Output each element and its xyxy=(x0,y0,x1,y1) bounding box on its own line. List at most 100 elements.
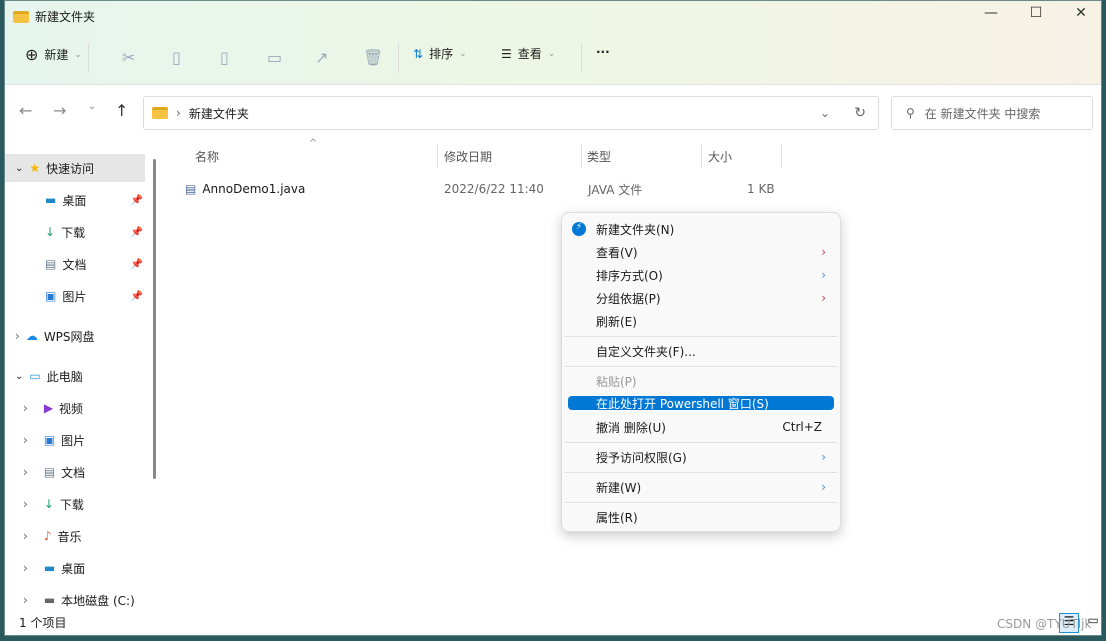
share-icon[interactable]: ↗ xyxy=(315,48,328,67)
menu-grant-access[interactable]: 授予访问权限(G) › xyxy=(568,449,834,465)
sidebar-item-desktop-pc[interactable]: › ▬ 桌面 xyxy=(5,554,145,582)
menu-new-folder[interactable]: ⚡ 新建文件夹(N) xyxy=(568,221,834,237)
chevron-right-icon: › xyxy=(821,291,826,305)
menu-paste[interactable]: 粘贴(P) xyxy=(568,373,834,389)
folder-icon xyxy=(152,107,168,119)
forward-button[interactable]: → xyxy=(53,101,66,120)
close-button[interactable]: ✕ xyxy=(1061,5,1101,21)
paste-icon[interactable]: ▯ xyxy=(220,48,229,67)
label: 下载 xyxy=(61,225,86,240)
label: 桌面 xyxy=(62,193,87,208)
sidebar-item-music[interactable]: › ♪ 音乐 xyxy=(5,522,145,550)
divider xyxy=(88,43,89,73)
sidebar-item-downloads-pc[interactable]: › ↓ 下载 xyxy=(5,490,145,518)
label: 桌面 xyxy=(61,561,86,576)
label: 属性(R) xyxy=(596,510,638,525)
sidebar-item-videos[interactable]: › ▶ 视频 xyxy=(5,394,145,422)
chevron-right-icon: › xyxy=(15,329,20,343)
copy-icon[interactable]: ▯ xyxy=(172,48,181,67)
pin-icon: 📌 xyxy=(130,194,143,206)
divider xyxy=(398,43,399,73)
refresh-icon[interactable]: ↻ xyxy=(854,105,866,121)
sidebar-item-c-drive[interactable]: › ▬ 本地磁盘 (C:) xyxy=(5,586,145,614)
sidebar-item-downloads[interactable]: ↓ 下载 📌 xyxy=(5,218,145,246)
column-size[interactable]: 大小 xyxy=(702,144,782,168)
sidebar-item-documents[interactable]: ▤ 文档 📌 xyxy=(5,250,145,278)
label: WPS网盘 xyxy=(43,329,95,344)
window-title: 新建文件夹 xyxy=(13,8,95,25)
chevron-down-icon: ⌄ xyxy=(15,162,24,174)
drive-icon: ▬ xyxy=(43,593,56,607)
label: 新建(W) xyxy=(596,480,642,495)
divider xyxy=(581,43,582,73)
chevron-right-icon: › xyxy=(23,465,28,479)
download-icon: ↓ xyxy=(45,225,56,239)
breadcrumb[interactable]: 新建文件夹 xyxy=(189,105,249,122)
chevron-down-icon: ⌄ xyxy=(459,48,467,59)
new-button[interactable]: ⊕ 新建 ⌄ xyxy=(25,45,82,64)
java-file-icon: ▤ xyxy=(185,182,197,196)
search-placeholder: 在 新建文件夹 中搜索 xyxy=(924,106,1041,121)
sidebar-item-this-pc[interactable]: ⌄ ▭ 此电脑 xyxy=(5,362,145,390)
menu-sort-by[interactable]: 排序方式(O) › xyxy=(568,267,834,283)
explorer-window: 新建文件夹 — ☐ ✕ ⊕ 新建 ⌄ ✂ ▯ ▯ ▭ ↗ 🗑 ⇅ 排序 ⌄ ☰ 查看 ⌄ ·… xyxy=(4,0,1102,636)
chevron-down-icon[interactable]: ⌄ xyxy=(820,106,830,120)
menu-refresh[interactable]: 刷新(E) xyxy=(568,313,834,329)
chevron-right-icon: › xyxy=(821,268,826,282)
chevron-right-icon: › xyxy=(23,401,28,415)
sidebar-item-documents-pc[interactable]: › ▤ 文档 xyxy=(5,458,145,486)
sort-button[interactable]: ⇅ 排序 ⌄ xyxy=(413,45,467,62)
label: 文档 xyxy=(61,465,86,480)
sidebar-item-quick-access[interactable]: ⌄ ★ 快速访问 xyxy=(5,154,145,182)
column-name[interactable]: 名称 ^ xyxy=(185,138,438,168)
sidebar-item-wps[interactable]: › ☁ WPS网盘 xyxy=(5,322,145,350)
menu-open-powershell[interactable]: 在此处打开 Powershell 窗口(S) xyxy=(568,396,834,411)
minimize-button[interactable]: — xyxy=(971,5,1011,21)
recent-dropdown[interactable]: ⌄ xyxy=(88,101,96,112)
more-button[interactable]: ··· xyxy=(596,45,610,59)
label: 授予访问权限(G) xyxy=(596,450,687,465)
folder-icon xyxy=(13,10,29,23)
address-bar[interactable]: › 新建文件夹 ⌄ ↻ xyxy=(143,96,879,130)
up-button[interactable]: ↑ xyxy=(115,101,128,120)
menu-properties[interactable]: 属性(R) xyxy=(568,509,834,525)
chevron-right-icon: › xyxy=(176,106,181,120)
sort-icon: ⇅ xyxy=(413,46,424,61)
menu-customize-folder[interactable]: 自定义文件夹(F)... xyxy=(568,343,834,359)
shortcut: Ctrl+Z xyxy=(782,420,822,434)
list-icon: ☰ xyxy=(501,46,512,61)
label: 在此处打开 Powershell 窗口(S) xyxy=(596,396,769,411)
label: 图片 xyxy=(61,433,86,448)
new-label: 新建 xyxy=(44,48,69,62)
sidebar-item-pictures-pc[interactable]: › ▣ 图片 xyxy=(5,426,145,454)
file-row[interactable]: ▤ AnnoDemo1.java 2022/6/22 11:40 JAVA 文件… xyxy=(185,179,785,199)
menu-new[interactable]: 新建(W) › xyxy=(568,479,834,495)
menu-undo-delete[interactable]: 撤消 删除(U) Ctrl+Z xyxy=(568,419,834,435)
back-button[interactable]: ← xyxy=(19,101,32,120)
sidebar-item-pictures[interactable]: ▣ 图片 📌 xyxy=(5,282,145,310)
view-button[interactable]: ☰ 查看 ⌄ xyxy=(501,45,555,62)
chevron-right-icon: › xyxy=(23,593,28,607)
delete-icon[interactable]: 🗑 xyxy=(363,48,383,67)
chevron-right-icon: › xyxy=(23,529,28,543)
column-type[interactable]: 类型 xyxy=(582,144,702,168)
maximize-button[interactable]: ☐ xyxy=(1016,5,1056,21)
sort-up-icon: ^ xyxy=(309,138,318,149)
pin-icon: 📌 xyxy=(130,290,143,302)
chevron-right-icon: › xyxy=(821,450,826,464)
rename-icon[interactable]: ▭ xyxy=(267,48,282,67)
search-input[interactable]: ⚲ 在 新建文件夹 中搜索 xyxy=(891,96,1093,130)
music-icon: ♪ xyxy=(43,529,52,543)
sidebar-scrollbar[interactable] xyxy=(153,159,156,479)
pictures-icon: ▣ xyxy=(43,433,56,447)
menu-view[interactable]: 查看(V) › xyxy=(568,244,834,260)
column-modified[interactable]: 修改日期 xyxy=(438,144,582,168)
context-menu: ⚡ 新建文件夹(N) 查看(V) › 排序方式(O) › 分组依据(P) › 刷新(E)… xyxy=(561,212,841,532)
cut-icon[interactable]: ✂ xyxy=(122,48,135,67)
label: 此电脑 xyxy=(46,369,83,384)
sidebar-item-desktop[interactable]: ▬ 桌面 📌 xyxy=(5,186,145,214)
chevron-down-icon: ⌄ xyxy=(15,370,24,382)
label: 图片 xyxy=(62,289,87,304)
label: 粘贴(P) xyxy=(596,374,637,389)
menu-group-by[interactable]: 分组依据(P) › xyxy=(568,290,834,306)
